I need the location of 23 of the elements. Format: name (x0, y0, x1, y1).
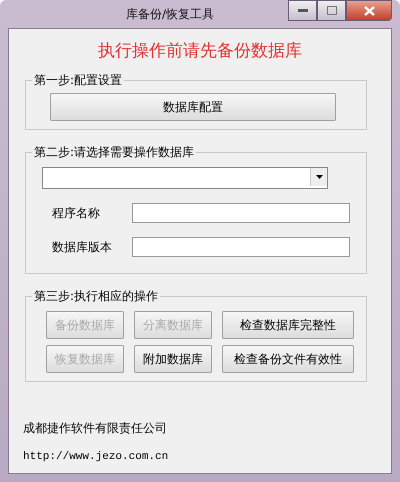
group-label: 第三步:执行相应的操作 (33, 288, 160, 305)
website-url: http://www.jezo.com.cn (23, 451, 170, 463)
input-field[interactable] (132, 203, 350, 223)
input-field[interactable] (132, 237, 350, 257)
maximize-button[interactable] (317, 0, 346, 21)
field-label: 程序名称 (52, 204, 101, 222)
action-button[interactable]: 检查备份文件有效性 (222, 345, 354, 373)
action-button[interactable]: 检查数据库完整性 (222, 311, 354, 339)
company-name: 成都捷作软件有限责任公司 (23, 420, 168, 437)
action-button[interactable]: 附加数据库 (134, 345, 212, 373)
warning-text: 执行操作前请先备份数据库 (97, 40, 303, 62)
close-button[interactable] (346, 0, 392, 21)
caret-icon (316, 175, 322, 179)
group-label: 第一步:配置设置 (33, 72, 124, 89)
field-label: 数据库版本 (52, 238, 113, 256)
minimize-icon (298, 8, 308, 12)
database-dropdown[interactable] (42, 167, 328, 189)
close-icon (364, 6, 374, 16)
maximize-icon (326, 6, 336, 15)
database-config-button[interactable]: 数据库配置 (50, 93, 336, 121)
window-title: 库备份/恢复工具 (126, 6, 214, 22)
group-label: 第二步:请选择需要操作数据库 (33, 144, 196, 161)
minimize-button[interactable] (288, 0, 317, 21)
